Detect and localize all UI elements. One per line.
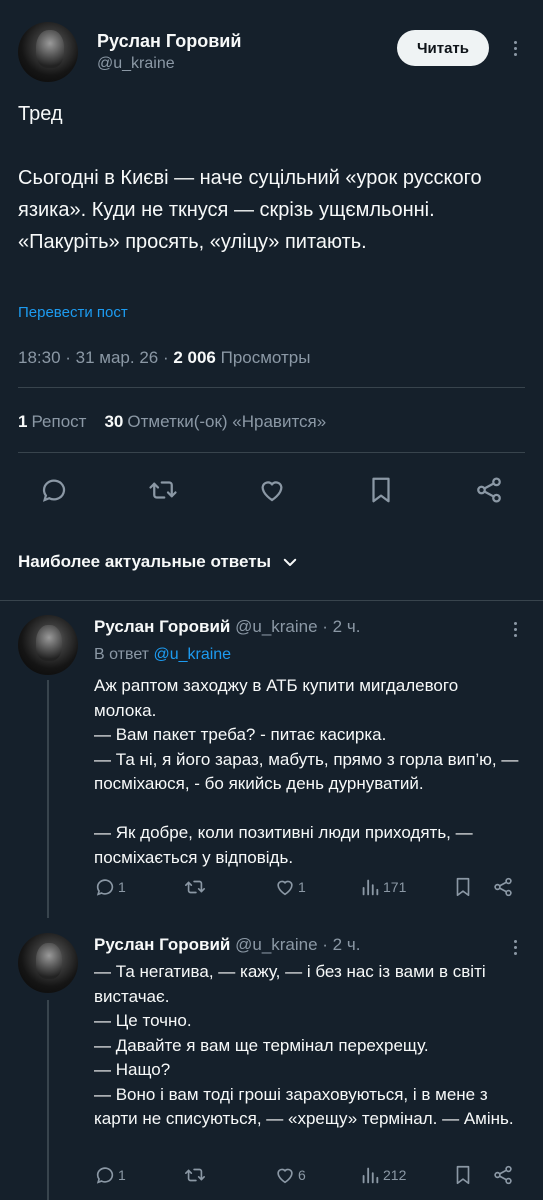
reply-views[interactable]: 212: [359, 1164, 406, 1186]
author-avatar[interactable]: [18, 22, 78, 82]
translate-post-link[interactable]: Перевести пост: [18, 304, 128, 321]
reply-to-handle[interactable]: @u_kraine: [153, 646, 231, 663]
follow-button[interactable]: Читать: [397, 30, 489, 66]
reply-time[interactable]: · 2 ч.: [318, 617, 360, 636]
bar-chart-icon: [362, 1167, 379, 1184]
reply-reply-button[interactable]: 1: [94, 876, 126, 898]
reply-more-icon[interactable]: [505, 617, 525, 641]
replies-sort-label: Наиболее актуальные ответы: [18, 552, 272, 571]
reply-reply-button[interactable]: 1: [94, 1164, 126, 1186]
reply-repost-button[interactable]: [184, 1164, 208, 1186]
reply-actions: 1 6 212: [94, 1164, 525, 1194]
divider: [18, 387, 525, 388]
reply-share-button[interactable]: [492, 876, 514, 898]
reply-like-button[interactable]: 1: [274, 876, 306, 898]
reply-item[interactable]: Руслан Горовий @u_kraine · 2 ч. В ответ …: [18, 615, 525, 915]
divider: [0, 600, 543, 601]
reply-to: В ответ @u_kraine: [94, 646, 232, 663]
likes-stat[interactable]: 30 Отметки(-ок) «Нравится»: [104, 412, 326, 432]
repost-arrows-icon: [185, 1168, 205, 1182]
reply-author-name[interactable]: Руслан Горовий: [94, 617, 230, 636]
reply-more-icon[interactable]: [505, 935, 525, 959]
author-name[interactable]: Руслан Горовий: [97, 31, 241, 52]
reply-avatar[interactable]: [18, 933, 78, 993]
share-icon: [494, 1165, 512, 1185]
reply-author-name[interactable]: Руслан Горовий: [94, 935, 230, 954]
post-time[interactable]: 18:30 · 31 мар. 26 ·: [18, 348, 173, 367]
views-label: Просмотры: [215, 348, 311, 367]
speech-bubble-icon: [96, 1167, 114, 1184]
post-meta: 18:30 · 31 мар. 26 · 2 006 Просмотры: [18, 348, 310, 368]
more-options-icon[interactable]: [505, 36, 525, 60]
reply-header: Руслан Горовий @u_kraine · 2 ч.: [94, 935, 360, 955]
post-text: Тред Сьогодні в Києві — наче суцільний «…: [18, 103, 482, 253]
replies-sort-dropdown[interactable]: Наиболее актуальные ответы: [18, 552, 299, 572]
repost-icon[interactable]: [143, 470, 183, 510]
bar-chart-icon: [362, 879, 379, 896]
reply-views[interactable]: 171: [359, 876, 406, 898]
reply-text: Аж раптом заходжу в АТБ купити мигдалево…: [94, 676, 519, 867]
reply-avatar[interactable]: [18, 615, 78, 675]
reply-text: — Та негатива, — кажу, — і без нас із ва…: [94, 962, 514, 1128]
reply-author-handle[interactable]: @u_kraine: [235, 617, 317, 636]
reply-like-button[interactable]: 6: [274, 1164, 306, 1186]
views-count: 2 006: [173, 348, 216, 367]
reposts-stat[interactable]: 1 Репост: [18, 412, 86, 432]
divider: [18, 452, 525, 453]
post-stats: 1 Репост 30 Отметки(-ок) «Нравится»: [18, 412, 326, 432]
bookmark-icon[interactable]: [361, 470, 401, 510]
reply-header: Руслан Горовий @u_kraine · 2 ч.: [94, 617, 360, 637]
reply-actions: 1 1 171: [94, 876, 525, 906]
speech-bubble-icon: [96, 879, 114, 896]
share-icon: [494, 877, 512, 897]
heart-icon: [277, 1168, 293, 1184]
reply-bookmark-button[interactable]: [452, 876, 474, 898]
bookmark-icon: [456, 877, 470, 897]
reply-author-handle[interactable]: @u_kraine: [235, 935, 317, 954]
post-actions: [18, 470, 525, 514]
chevron-down-icon: [283, 558, 297, 566]
share-icon[interactable]: [469, 470, 509, 510]
reply-bookmark-button[interactable]: [452, 1164, 474, 1186]
like-icon[interactable]: [252, 470, 292, 510]
repost-arrows-icon: [185, 880, 205, 894]
reply-item[interactable]: Руслан Горовий @u_kraine · 2 ч. — Та нег…: [18, 933, 525, 1200]
author-handle[interactable]: @u_kraine: [97, 55, 175, 73]
reply-repost-button[interactable]: [184, 876, 208, 898]
reply-time[interactable]: · 2 ч.: [318, 935, 360, 954]
heart-icon: [277, 880, 293, 896]
reply-share-button[interactable]: [492, 1164, 514, 1186]
reply-icon[interactable]: [34, 470, 74, 510]
post-header: Руслан Горовий @u_kraine Читать: [18, 22, 525, 82]
bookmark-icon: [456, 1165, 470, 1185]
